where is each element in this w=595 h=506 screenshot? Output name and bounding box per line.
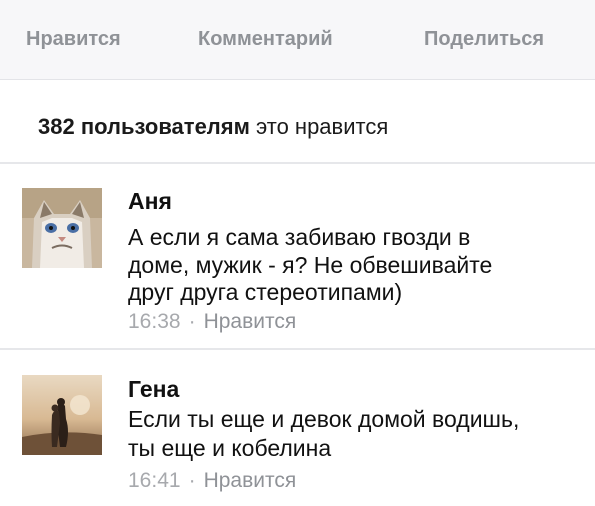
post-actions-bar: Нравится Комментарий Поделиться bbox=[0, 0, 595, 80]
comment-text-line: А если я сама забиваю гвозди в bbox=[128, 224, 471, 250]
comment-item: Аня А если я сама забиваю гвозди в доме,… bbox=[0, 166, 595, 350]
likes-suffix: это нравится bbox=[249, 114, 389, 139]
comment-text-line: Если ты еще и девок домой водишь, bbox=[128, 406, 520, 432]
comment-time[interactable]: 16:41 bbox=[128, 469, 181, 492]
like-button[interactable]: Нравится bbox=[26, 28, 121, 51]
comment-author[interactable]: Гена bbox=[128, 376, 179, 403]
comment-meta: 16:41 · Нравится bbox=[128, 469, 296, 493]
couple-sunset-icon bbox=[22, 375, 102, 455]
avatar[interactable] bbox=[22, 188, 102, 268]
avatar[interactable] bbox=[22, 375, 102, 455]
comment-text-line: ты еще и кобелина bbox=[128, 435, 332, 461]
likes-summary-text[interactable]: 382 пользователям это нравится bbox=[38, 114, 388, 140]
comment-text-line: друг друга стереотипами) bbox=[128, 279, 403, 305]
comment-like-button[interactable]: Нравится bbox=[204, 310, 297, 333]
comment-like-button[interactable]: Нравится bbox=[204, 469, 297, 492]
comment-text-line: доме, мужик - я? Не обвешивайте bbox=[128, 252, 493, 278]
meta-separator: · bbox=[188, 310, 196, 333]
comment-item: Гена Если ты еще и девок домой водишь, т… bbox=[0, 352, 595, 506]
meta-separator: · bbox=[188, 469, 196, 492]
comment-time[interactable]: 16:38 bbox=[128, 310, 181, 333]
grumpy-cat-icon bbox=[22, 188, 102, 268]
comment-author[interactable]: Аня bbox=[128, 188, 172, 215]
comment-meta: 16:38 · Нравится bbox=[128, 310, 296, 334]
likes-summary[interactable]: 382 пользователям это нравится bbox=[0, 80, 595, 164]
share-button[interactable]: Поделиться bbox=[424, 28, 544, 51]
comment-button[interactable]: Комментарий bbox=[198, 28, 333, 51]
likes-count: 382 пользователям bbox=[38, 114, 250, 139]
